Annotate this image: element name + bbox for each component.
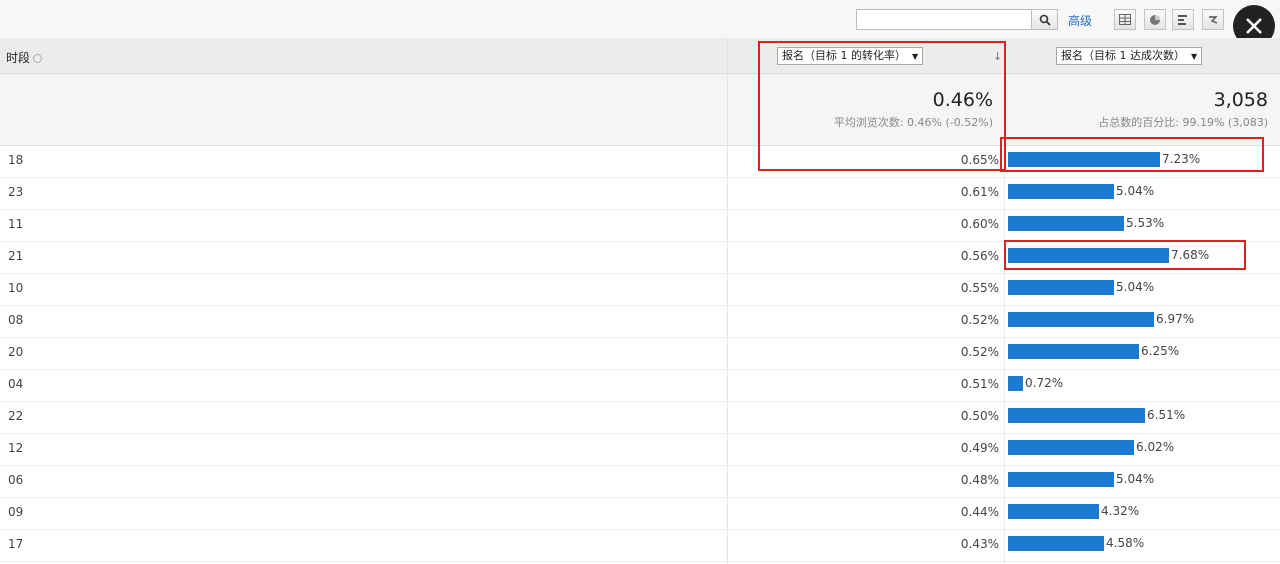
row-dimension-value[interactable]: 20: [8, 345, 23, 359]
table-row: 22 0.50% 6.51%: [0, 402, 1280, 434]
highlight-box: [758, 41, 1006, 171]
search-button[interactable]: [1032, 9, 1058, 30]
report-toolbar: 高级: [0, 0, 1280, 47]
table-row: 09 0.44% 4.32%: [0, 498, 1280, 530]
table-view-icon: [1119, 14, 1131, 25]
row-share-bar: [1008, 280, 1114, 295]
data-table-body: 18 0.65% 7.23% 23 0.61% 5.04% 11 0.60% 5.53% 21 0.…: [0, 146, 1280, 562]
row-dimension-value[interactable]: 06: [8, 473, 23, 487]
row-conversion-rate: 0.43%: [960, 537, 999, 551]
row-share-bar: [1008, 344, 1139, 359]
row-conversion-rate: 0.55%: [960, 281, 999, 295]
metric2-select[interactable]: 报名（目标 1 达成次数） ▼: [1056, 47, 1203, 65]
table-row: 23 0.61% 5.04%: [0, 178, 1280, 210]
search-icon: [1039, 14, 1051, 26]
row-dimension-value[interactable]: 09: [8, 505, 23, 519]
pie-view-icon: [1150, 14, 1160, 25]
row-share-percent: 4.58%: [1106, 536, 1145, 550]
table-row: 20 0.52% 6.25%: [0, 338, 1280, 370]
dimension-header-label: 时段: [6, 51, 31, 65]
row-share-bar: [1008, 504, 1099, 519]
summary-row: 0.46% 平均浏览次数: 0.46% (-0.52%) 3,058 占总数的百…: [0, 74, 1280, 146]
row-share-percent: 6.02%: [1136, 440, 1175, 454]
row-share-percent: 5.04%: [1116, 280, 1155, 294]
compare-view-button[interactable]: [1202, 9, 1224, 30]
table-row: 17 0.43% 4.58%: [0, 530, 1280, 562]
table-header: 时段 报名（目标 1 的转化率） ▼ ↓ 报名（目标 1 达成次数） ▼: [0, 38, 1280, 74]
row-share-percent: 5.04%: [1116, 184, 1155, 198]
row-conversion-rate: 0.56%: [960, 249, 999, 263]
highlight-box: [1000, 137, 1264, 172]
table-row: 12 0.49% 6.02%: [0, 434, 1280, 466]
row-conversion-rate: 0.51%: [960, 377, 999, 391]
table-row: 11 0.60% 5.53%: [0, 210, 1280, 242]
row-conversion-rate: 0.44%: [960, 505, 999, 519]
row-share-percent: 0.72%: [1025, 376, 1064, 390]
row-share-bar: [1008, 312, 1154, 327]
row-share-percent: 5.04%: [1116, 472, 1155, 486]
table-row: 08 0.52% 6.97%: [0, 306, 1280, 338]
row-dimension-value[interactable]: 11: [8, 217, 23, 231]
row-share-bar: [1008, 408, 1145, 423]
row-dimension-value[interactable]: 08: [8, 313, 23, 327]
row-share-bar: [1008, 536, 1104, 551]
row-dimension-value[interactable]: 12: [8, 441, 23, 455]
search-input[interactable]: [856, 9, 1032, 30]
metric2-total: 3,058: [1213, 89, 1268, 111]
chevron-down-icon: ▼: [1191, 52, 1198, 61]
metric2-select-label: 报名（目标 1 达成次数）: [1061, 49, 1185, 62]
row-dimension-value[interactable]: 23: [8, 185, 23, 199]
row-dimension-value[interactable]: 22: [8, 409, 23, 423]
dimension-header[interactable]: 时段: [6, 49, 43, 66]
row-share-percent: 6.25%: [1141, 344, 1180, 358]
row-share-percent: 6.51%: [1147, 408, 1186, 422]
table-row: 06 0.48% 5.04%: [0, 466, 1280, 498]
row-conversion-rate: 0.49%: [960, 441, 999, 455]
row-share-percent: 6.97%: [1156, 312, 1195, 326]
row-share-bar: [1008, 472, 1114, 487]
row-share-percent: 5.53%: [1126, 216, 1165, 230]
row-conversion-rate: 0.50%: [960, 409, 999, 423]
table-view-button[interactable]: [1114, 9, 1136, 30]
row-share-bar: [1008, 376, 1023, 391]
bar-view-icon: [1178, 14, 1187, 25]
row-dimension-value[interactable]: 10: [8, 281, 23, 295]
close-icon: [1246, 18, 1262, 34]
bar-view-button[interactable]: [1172, 9, 1194, 30]
row-share-bar: [1008, 184, 1114, 199]
row-dimension-value[interactable]: 17: [8, 537, 23, 551]
row-dimension-value[interactable]: 04: [8, 377, 23, 391]
highlight-box: [1004, 240, 1246, 270]
row-conversion-rate: 0.61%: [960, 185, 999, 199]
row-share-bar: [1008, 440, 1134, 455]
row-dimension-value[interactable]: 21: [8, 249, 23, 263]
compare-view-icon: [1209, 15, 1218, 24]
metric2-total-sub: 占总数的百分比: 99.19% (3,083): [1098, 116, 1268, 129]
row-conversion-rate: 0.52%: [960, 313, 999, 327]
table-row: 10 0.55% 5.04%: [0, 274, 1280, 306]
pie-view-button[interactable]: [1144, 9, 1166, 30]
table-row: 04 0.51% 0.72%: [0, 370, 1280, 402]
row-share-percent: 4.32%: [1101, 504, 1140, 518]
row-share-bar: [1008, 216, 1124, 231]
row-dimension-value[interactable]: 18: [8, 153, 23, 167]
row-conversion-rate: 0.52%: [960, 345, 999, 359]
help-icon[interactable]: [33, 54, 43, 63]
advanced-filter-link[interactable]: 高级: [1068, 12, 1092, 29]
row-conversion-rate: 0.60%: [960, 217, 999, 231]
row-conversion-rate: 0.48%: [960, 473, 999, 487]
